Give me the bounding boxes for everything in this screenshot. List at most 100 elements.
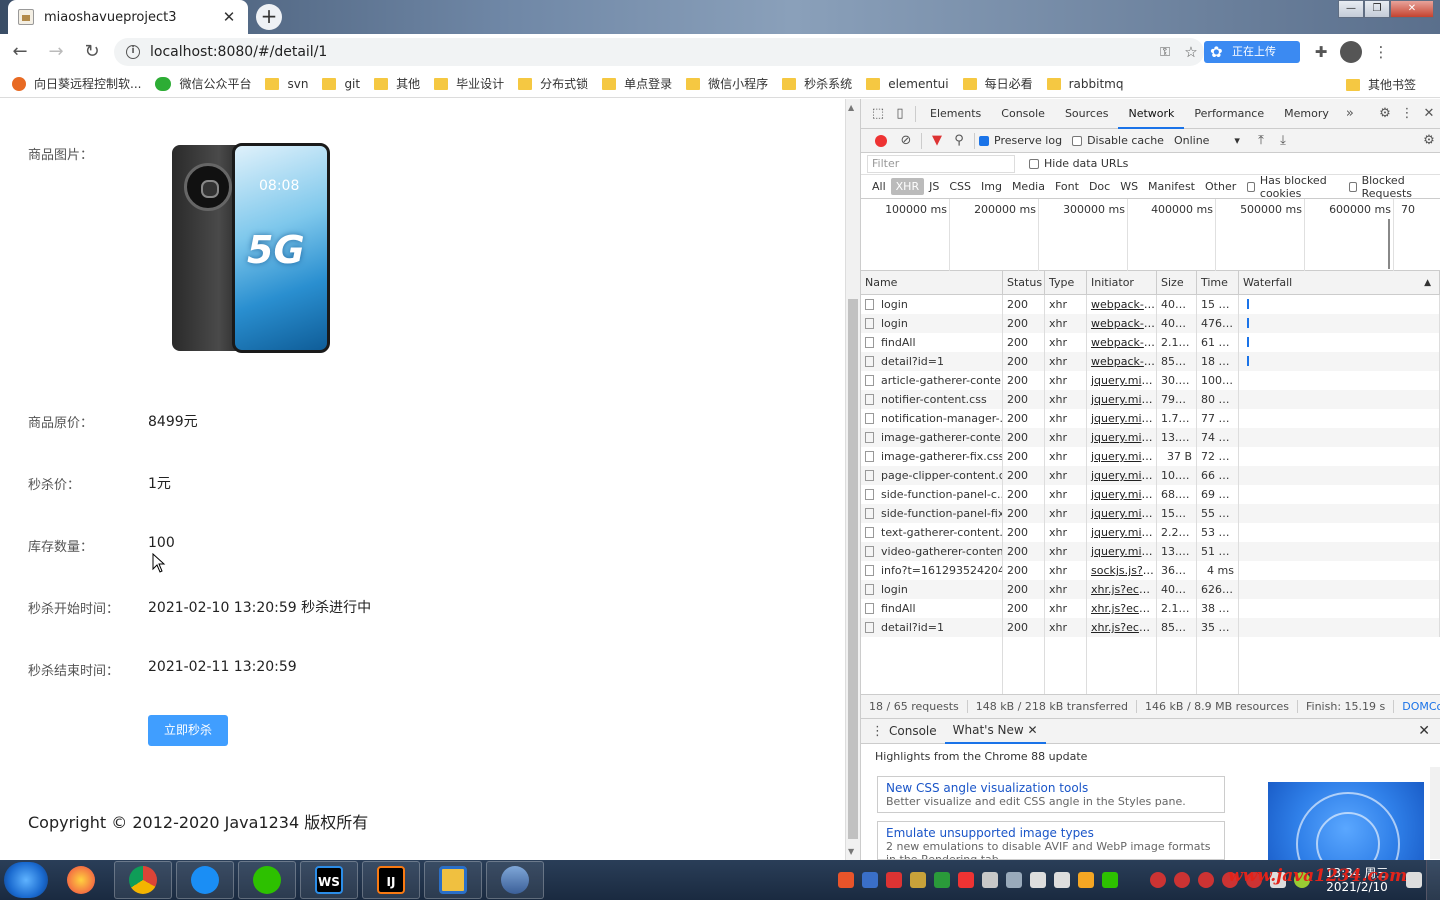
bookmark-folder-svn[interactable]: svn <box>265 77 308 91</box>
close-drawer-icon[interactable]: ✕ <box>1418 723 1430 739</box>
close-window-button[interactable]: ✕ <box>1390 0 1434 18</box>
tray-app-icon[interactable] <box>862 872 878 888</box>
other-bookmarks[interactable]: 其他书签 <box>1345 76 1416 93</box>
whats-new-card[interactable]: Emulate unsupported image types 2 new em… <box>877 821 1225 860</box>
request-row[interactable]: notification-manager-... 200 xhr jquery.min… <box>861 409 1440 428</box>
request-row[interactable]: text-gatherer-content.... 200 xhr jquery.mi… <box>861 523 1440 542</box>
throttling-select[interactable]: Online ▾ <box>1174 134 1240 147</box>
tab-performance[interactable]: Performance <box>1184 99 1274 129</box>
col-type[interactable]: Type <box>1045 271 1087 294</box>
qq-tray-icon[interactable] <box>1150 872 1166 888</box>
filter-input[interactable]: Filter <box>867 154 1015 173</box>
type-css[interactable]: CSS <box>944 178 976 195</box>
request-initiator[interactable]: jquery.min.... <box>1087 542 1157 561</box>
tab-memory[interactable]: Memory <box>1274 99 1339 129</box>
tab-console[interactable]: Console <box>991 99 1055 129</box>
wechat-tray-icon[interactable] <box>1102 872 1118 888</box>
request-row[interactable]: video-gatherer-conten... 200 xhr jquery.min… <box>861 542 1440 561</box>
drawer-tab-console[interactable]: Console <box>881 719 945 743</box>
taskbar-app-webstorm[interactable]: WS <box>300 861 358 899</box>
close-devtools-icon[interactable]: ✕ <box>1418 106 1440 121</box>
request-row[interactable]: info?t=1612935242046 200 xhr sockjs.js?3...… <box>861 561 1440 580</box>
scroll-up-arrow-icon[interactable]: ▲ <box>848 103 854 112</box>
drawer-scrollbar[interactable] <box>1430 767 1440 859</box>
request-row[interactable]: image-gatherer-conte... 200 xhr jquery.min.… <box>861 428 1440 447</box>
type-manifest[interactable]: Manifest <box>1143 178 1200 195</box>
request-initiator[interactable]: jquery.min.... <box>1087 504 1157 523</box>
request-initiator[interactable]: xhr.js?ec6c... <box>1087 599 1157 618</box>
back-arrow-icon[interactable]: ← <box>4 36 36 68</box>
type-media[interactable]: Media <box>1007 178 1050 195</box>
bookmark-folder-thesis[interactable]: 毕业设计 <box>434 75 504 92</box>
type-js[interactable]: JS <box>924 178 944 195</box>
request-row[interactable]: findAll 200 xhr webpack-i... 2.1 kB 61 ms <box>861 333 1440 352</box>
request-row[interactable]: page-clipper-content.c... 200 xhr jquery.mi… <box>861 466 1440 485</box>
request-initiator[interactable]: jquery.min.... <box>1087 390 1157 409</box>
request-initiator[interactable]: jquery.min.... <box>1087 428 1157 447</box>
col-name[interactable]: Name <box>861 271 1003 294</box>
taskbar-app-intellij[interactable]: IJ <box>362 861 420 899</box>
request-row[interactable]: notifier-content.css 200 xhr jquery.min....… <box>861 390 1440 409</box>
request-initiator[interactable]: jquery.min.... <box>1087 371 1157 390</box>
network-icon[interactable] <box>1030 872 1046 888</box>
bookmark-folder-miniprogram[interactable]: 微信小程序 <box>686 75 768 92</box>
notification-bell-icon[interactable] <box>1054 872 1070 888</box>
drawer-menu-icon[interactable]: ⋮ <box>871 724 884 739</box>
close-tab-icon[interactable]: ✕ <box>220 8 238 26</box>
type-xhr[interactable]: XHR <box>890 178 925 195</box>
type-other[interactable]: Other <box>1200 178 1241 195</box>
bookmark-folder-daily[interactable]: 每日必看 <box>962 75 1033 92</box>
request-initiator[interactable]: jquery.min.... <box>1087 485 1157 504</box>
import-har-icon[interactable]: ⤒ <box>1250 133 1272 148</box>
bookmark-folder-distlock[interactable]: 分布式锁 <box>518 75 588 92</box>
key-icon[interactable]: ⚿ <box>1160 45 1170 60</box>
type-font[interactable]: Font <box>1050 178 1084 195</box>
tab-elements[interactable]: Elements <box>920 99 991 129</box>
bookmark-folder-rabbitmq[interactable]: rabbitmq <box>1046 77 1124 91</box>
scroll-down-arrow-icon[interactable]: ▼ <box>848 847 854 856</box>
type-ws[interactable]: WS <box>1115 178 1143 195</box>
request-row[interactable]: login 200 xhr webpack-i... 405 B 15 ms <box>861 295 1440 314</box>
inspect-element-icon[interactable]: ⬚ <box>867 106 889 121</box>
bookmark-folder-git[interactable]: git <box>322 77 360 91</box>
tray-app-icon[interactable] <box>958 872 974 888</box>
tray-app-icon[interactable] <box>982 872 998 888</box>
blocked-requests-checkbox[interactable]: Blocked Requests <box>1348 174 1430 200</box>
taskbar-app-pinwheel[interactable] <box>52 861 110 899</box>
taskbar-app-wechat[interactable] <box>238 861 296 899</box>
browser-tab[interactable]: miaoshavueproject3 ✕ <box>8 0 248 34</box>
upload-extension-badge[interactable]: 正在上传 <box>1204 41 1300 63</box>
request-initiator[interactable]: webpack-i... <box>1087 295 1157 314</box>
drawer-tab-whats-new[interactable]: What's New ✕ <box>944 718 1046 744</box>
bookmark-folder-seckill[interactable]: 秒杀系统 <box>782 75 852 92</box>
request-initiator[interactable]: webpack-i... <box>1087 352 1157 371</box>
request-initiator[interactable]: webpack-i... <box>1087 314 1157 333</box>
menu-kebab-icon[interactable]: ⋮ <box>1368 43 1394 61</box>
taskbar-app-chrome[interactable] <box>114 861 172 899</box>
close-tab-icon[interactable]: ✕ <box>1028 723 1038 737</box>
type-doc[interactable]: Doc <box>1084 178 1115 195</box>
new-tab-button[interactable]: + <box>256 4 282 30</box>
page-scrollbar[interactable]: ▲ ▼ <box>845 99 860 860</box>
tray-app-icon[interactable] <box>886 872 902 888</box>
search-icon[interactable]: ⚲ <box>948 133 970 148</box>
col-waterfall[interactable]: Waterfall ▲ <box>1239 271 1440 294</box>
request-initiator[interactable]: xhr.js?ec6c... <box>1087 618 1157 637</box>
minimize-button[interactable]: — <box>1338 0 1364 18</box>
gear-icon[interactable]: ⚙ <box>1374 106 1396 121</box>
request-initiator[interactable]: webpack-i... <box>1087 333 1157 352</box>
bookmark-folder-sso[interactable]: 单点登录 <box>602 75 672 92</box>
bookmark-wechat-mp[interactable]: 微信公众平台 <box>155 75 251 92</box>
disable-cache-checkbox[interactable]: Disable cache <box>1072 134 1164 147</box>
request-row[interactable]: side-function-panel-c... 200 xhr jquery.min… <box>861 485 1440 504</box>
request-row[interactable]: side-function-panel-fix... 200 xhr jquery.m… <box>861 504 1440 523</box>
scrollbar-thumb[interactable] <box>848 299 858 839</box>
bookmark-sunlogin[interactable]: 向日葵远程控制软... <box>12 75 141 92</box>
show-desktop-button[interactable] <box>1426 860 1440 900</box>
profile-avatar-icon[interactable] <box>1340 41 1362 63</box>
start-button[interactable] <box>4 862 48 898</box>
tray-app-icon[interactable] <box>838 872 854 888</box>
reload-icon[interactable]: ↻ <box>76 36 108 68</box>
seckill-buy-button[interactable]: 立即秒杀 <box>148 715 228 746</box>
request-initiator[interactable]: sockjs.js?3... <box>1087 561 1157 580</box>
